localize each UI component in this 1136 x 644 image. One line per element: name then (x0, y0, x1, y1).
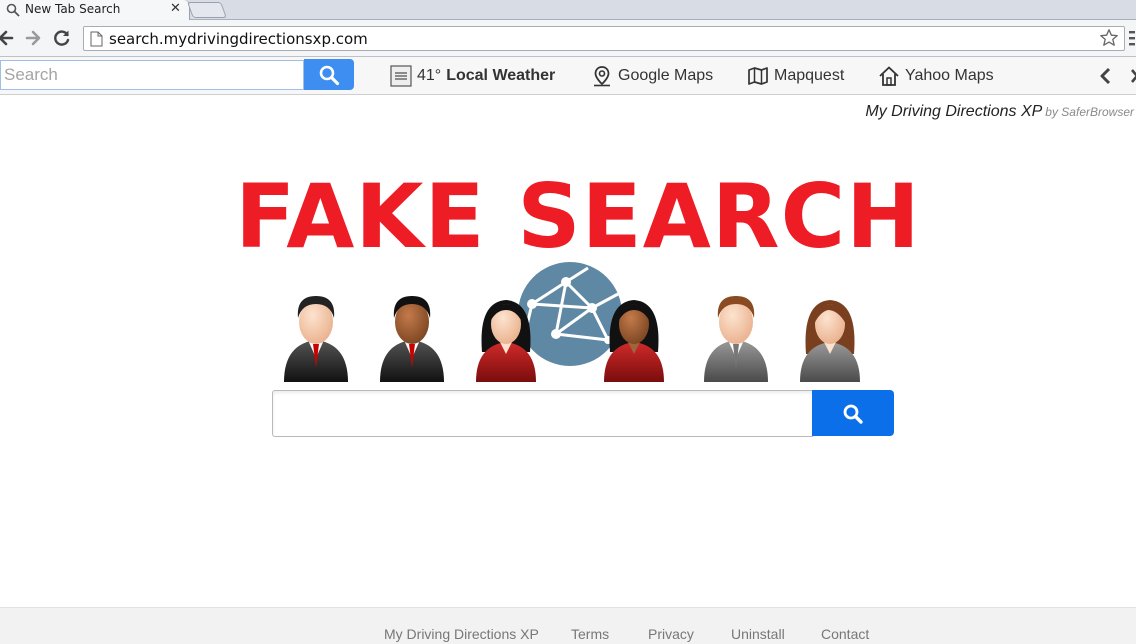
search-icon (843, 404, 863, 424)
brand-line: My Driving Directions XP by SaferBrowser (865, 103, 1134, 121)
brand-name: My Driving Directions XP (865, 103, 1043, 120)
menu-icon[interactable] (1129, 28, 1135, 48)
footer-link-privacy[interactable]: Privacy (648, 626, 694, 642)
weather-icon (390, 65, 412, 87)
person-icon (380, 296, 444, 382)
map-pin-icon (594, 66, 610, 87)
tab-strip: New Tab Search ✕ (0, 0, 1136, 20)
toolbar-weather[interactable]: 41° Local Weather (390, 65, 555, 87)
main-search-input[interactable] (272, 390, 813, 437)
brand-by: by SaferBrowser (1045, 105, 1134, 119)
person-icon (800, 300, 860, 382)
mapquest-label: Mapquest (774, 67, 845, 84)
toolbar-search-input[interactable] (0, 60, 304, 90)
reload-icon[interactable] (52, 28, 72, 48)
url-text: search.mydrivingdirectionsxp.com (109, 30, 368, 48)
footer-link-contact[interactable]: Contact (821, 626, 869, 642)
tab-title: New Tab Search (25, 2, 121, 16)
people-network-illustration (284, 262, 860, 382)
toolbar-search-button[interactable] (304, 59, 354, 90)
person-icon (704, 296, 768, 382)
toolbar-yahoo-maps[interactable]: Yahoo Maps (878, 65, 994, 87)
search-toolbar: 41° Local Weather Google Maps Mapquest Y… (0, 57, 1136, 95)
toolbar-mapquest[interactable]: Mapquest (747, 65, 844, 87)
address-bar-row: search.mydrivingdirectionsxp.com (0, 20, 1136, 57)
home-icon (879, 66, 899, 86)
search-icon (319, 65, 340, 86)
back-arrow-icon[interactable] (0, 28, 16, 48)
search-icon (6, 3, 20, 17)
close-icon[interactable] (1128, 67, 1136, 85)
person-icon (284, 296, 348, 382)
footer-link-my-driving-directions[interactable]: My Driving Directions XP (384, 626, 539, 642)
url-field[interactable]: search.mydrivingdirectionsxp.com (83, 26, 1125, 51)
headline: FAKE SEARCH (235, 165, 921, 268)
footer: My Driving Directions XP Terms Privacy U… (0, 607, 1136, 644)
footer-link-uninstall[interactable]: Uninstall (731, 626, 785, 642)
tab-new-tab-search[interactable]: New Tab Search ✕ (0, 0, 190, 20)
page-icon (90, 31, 103, 47)
footer-link-terms[interactable]: Terms (571, 626, 609, 642)
toolbar-google-maps[interactable]: Google Maps (591, 65, 713, 87)
weather-temp: 41° (417, 67, 442, 84)
forward-arrow-icon[interactable] (24, 28, 44, 48)
yahoo-maps-label: Yahoo Maps (905, 67, 994, 84)
chevron-left-icon[interactable] (1098, 67, 1114, 85)
bookmark-star-icon[interactable] (1099, 28, 1119, 48)
new-tab-button[interactable] (187, 2, 227, 18)
google-maps-label: Google Maps (618, 67, 714, 84)
weather-label: Local Weather (446, 67, 556, 84)
map-icon (748, 67, 768, 85)
globe-network-icon (518, 262, 622, 366)
main-search-button[interactable] (812, 390, 894, 436)
tab-close-icon[interactable]: ✕ (170, 1, 181, 16)
